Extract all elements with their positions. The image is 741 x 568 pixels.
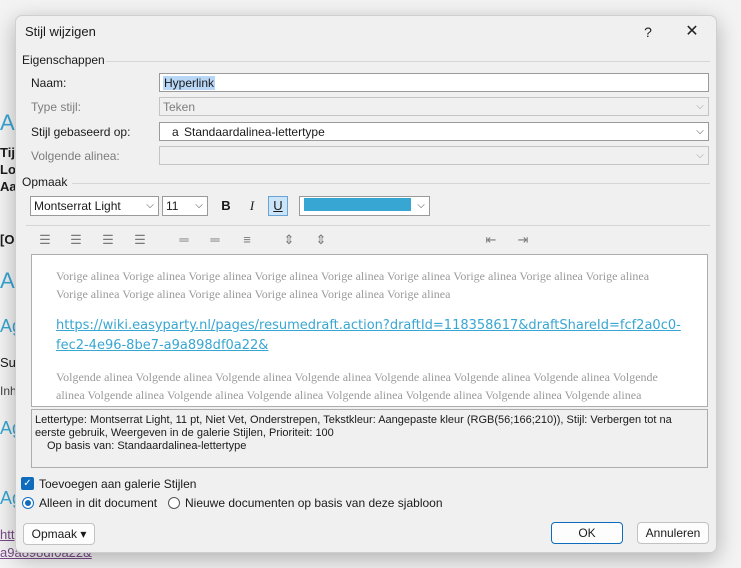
single-spacing-icon[interactable]: ═ <box>173 230 195 250</box>
format-menu-button[interactable]: Opmaak ▾ <box>23 523 95 545</box>
preview-next-paragraph: Volgende alinea Volgende alinea Volgende… <box>56 370 658 402</box>
chevron-down-icon: ⌵ <box>195 200 203 211</box>
only-this-document-radio[interactable] <box>22 497 34 509</box>
new-documents-radio[interactable] <box>168 497 180 509</box>
decrease-indent-icon[interactable]: ⇤ <box>480 230 502 250</box>
chevron-down-icon: ⌵ <box>696 126 704 137</box>
bg-link-start: htt <box>0 527 15 542</box>
next-paragraph-select[interactable]: ⌵ <box>159 146 709 165</box>
properties-section-label: Eigenschappen <box>22 53 105 67</box>
cancel-button[interactable]: Annuleren <box>637 522 709 544</box>
font-select[interactable]: Montserrat Light ⌵ <box>30 196 159 216</box>
bg-text-su: Su <box>0 355 16 370</box>
double-spacing-icon[interactable]: ≡ <box>236 230 258 250</box>
increase-indent-icon[interactable]: ⇥ <box>512 230 534 250</box>
description-line: Lettertype: Montserrat Light, 11 pt, Nie… <box>35 414 672 439</box>
toolbar-divider <box>26 225 710 226</box>
new-documents-label[interactable]: Nieuwe documenten op basis van deze sjab… <box>185 496 443 510</box>
chevron-down-icon: ⌵ <box>696 150 704 161</box>
character-style-icon: a <box>172 125 179 139</box>
format-section-label: Opmaak <box>22 175 68 189</box>
style-type-select[interactable]: Teken ⌵ <box>159 97 709 116</box>
next-paragraph-label: Volgende alinea: <box>31 149 120 163</box>
underline-button[interactable]: U <box>268 196 288 216</box>
chevron-down-icon: ⌵ <box>146 200 154 211</box>
name-input-value: Hyperlink <box>163 76 216 90</box>
bg-text-bracket: [O <box>0 232 15 247</box>
only-this-document-label[interactable]: Alleen in dit document <box>39 496 157 510</box>
properties-divider <box>106 61 710 62</box>
name-input[interactable]: Hyperlink <box>159 73 709 92</box>
based-on-value: Standaardalinea-lettertype <box>184 125 325 139</box>
add-to-gallery-checkbox[interactable]: ✓ <box>21 477 34 490</box>
add-to-gallery-label[interactable]: Toevoegen aan galerie Stijlen <box>39 477 196 491</box>
chevron-down-icon: ▾ <box>80 527 87 541</box>
ok-button[interactable]: OK <box>551 522 623 544</box>
preview-hyperlink-text: https://wiki.easyparty.nl/pages/resumedr… <box>56 318 681 353</box>
style-preview: Vorige alinea Vorige alinea Vorige aline… <box>31 254 708 407</box>
bg-text-tij: Tij <box>0 145 15 160</box>
format-menu-label: Opmaak <box>31 527 77 541</box>
modify-style-dialog: Stijl wijzigen ? ✕ Eigenschappen Naam: H… <box>15 15 717 553</box>
chevron-down-icon: ⌵ <box>417 200 425 211</box>
font-value: Montserrat Light <box>34 199 121 213</box>
preview-previous-paragraph: Vorige alinea Vorige alinea Vorige aline… <box>56 269 650 301</box>
font-size-value: 11 <box>166 199 179 213</box>
dialog-title: Stijl wijzigen <box>25 24 96 39</box>
name-label: Naam: <box>31 76 67 90</box>
font-size-select[interactable]: 11 ⌵ <box>162 196 208 216</box>
style-type-label: Type stijl: <box>31 100 82 114</box>
one-half-spacing-icon[interactable]: ═ <box>204 230 226 250</box>
dialog-titlebar: Stijl wijzigen ? ✕ <box>16 16 716 48</box>
based-on-label: Stijl gebaseerd op: <box>31 125 131 139</box>
style-description: Lettertype: Montserrat Light, 11 pt, Nie… <box>31 409 708 468</box>
font-color-swatch <box>304 198 411 211</box>
chevron-down-icon: ⌵ <box>696 101 704 112</box>
style-type-value: Teken <box>163 100 196 114</box>
format-divider <box>72 183 710 184</box>
space-after-icon[interactable]: ⇕ <box>310 230 332 250</box>
justify-icon[interactable]: ☰ <box>129 230 151 250</box>
align-center-icon[interactable]: ☰ <box>65 230 87 250</box>
bg-text-lo: Lo <box>0 162 16 177</box>
based-on-select[interactable]: a Standaardalinea-lettertype ⌵ <box>159 122 709 141</box>
italic-button[interactable]: I <box>242 196 262 216</box>
align-right-icon[interactable]: ☰ <box>97 230 119 250</box>
align-left-icon[interactable]: ☰ <box>34 230 56 250</box>
space-before-icon[interactable]: ⇕ <box>278 230 300 250</box>
help-button[interactable]: ? <box>630 18 666 46</box>
description-based-on: Op basis van: Standaardalinea-lettertype <box>47 440 247 452</box>
bold-button[interactable]: B <box>216 196 236 216</box>
close-button[interactable]: ✕ <box>674 18 710 46</box>
